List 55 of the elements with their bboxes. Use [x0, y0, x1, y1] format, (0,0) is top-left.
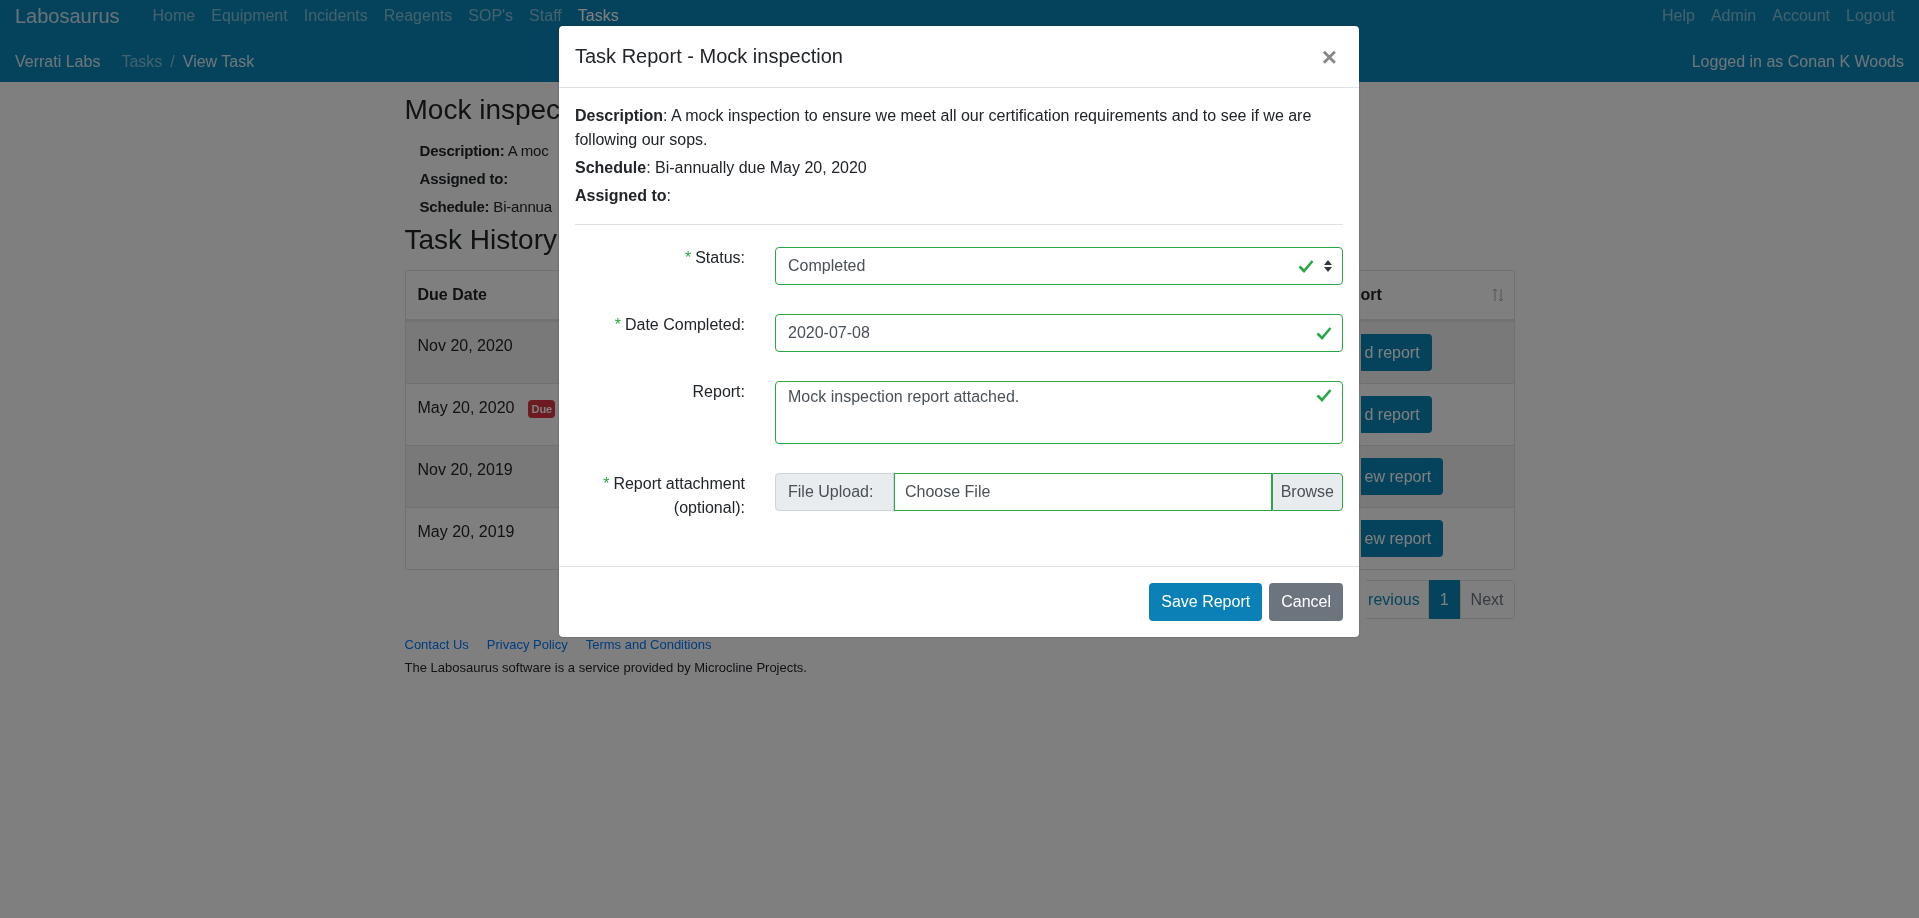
report-textarea[interactable]: Mock inspection report attached. [775, 381, 1343, 444]
sort-arrows-icon [1324, 260, 1332, 272]
field-label: Report attachment (optional): [613, 475, 745, 516]
report-button[interactable]: d report [1360, 396, 1432, 433]
check-icon [1316, 326, 1332, 340]
page-link[interactable]: 1 [1428, 580, 1460, 619]
input-addon: File Upload: [775, 473, 894, 511]
footer-link[interactable]: Privacy Policy [486, 637, 568, 652]
detail-text: Description: A mock inspection to ensure we meet all our certification requirements and to see if we are following our sops. [575, 106, 1313, 150]
breadcrumb-separator: / [170, 52, 175, 71]
detail-text: Description: A moc [419, 141, 549, 161]
page-link[interactable]: revious [1366, 580, 1429, 619]
footer-link[interactable]: Contact Us [404, 637, 469, 652]
page-link[interactable]: Next [1459, 580, 1515, 619]
field-label: Status: [695, 249, 745, 266]
check-icon [1298, 259, 1314, 273]
field-label: Date Completed: [624, 316, 745, 333]
date-field[interactable]: 2020-07-08 [775, 314, 1343, 352]
lab-name: Verrati Labs [15, 52, 101, 71]
breadcrumb-link[interactable]: View Task [182, 52, 255, 71]
column-header[interactable]: Due Date [405, 271, 560, 319]
table-cell-text: May 20, 2019 [417, 522, 515, 542]
report-button[interactable]: ew report [1360, 520, 1444, 557]
page-title: Mock inspec [404, 93, 561, 127]
save-button[interactable]: Save Report [1149, 583, 1263, 621]
status-badge: Due [528, 400, 556, 418]
detail-text: Assigned to: [419, 169, 508, 189]
status-select[interactable]: Completed [775, 247, 1343, 285]
required-mark: * [614, 316, 621, 333]
table-cell-text: Nov 20, 2019 [417, 460, 513, 480]
close-button[interactable]: × [1315, 43, 1343, 70]
footer-link[interactable]: Terms and Conditions [585, 637, 712, 652]
nav-link[interactable]: Tasks [577, 7, 619, 25]
nav-link[interactable]: Staff [529, 7, 562, 25]
check-icon [1316, 388, 1332, 402]
modal-title: Task Report - Mock inspection [575, 45, 843, 68]
brand-link[interactable]: Labosaurus [15, 6, 120, 26]
report-button[interactable]: d report [1360, 334, 1432, 371]
file-field[interactable]: Choose File [894, 473, 1272, 511]
user-label: Logged in as Conan K Woods [1691, 52, 1904, 71]
detail-text: Assigned to: [575, 186, 672, 206]
field-label: Report: [692, 383, 745, 400]
required-mark: * [603, 475, 610, 492]
column-header[interactable]: ort [1360, 286, 1382, 304]
detail-text: Schedule: Bi-annually due May 20, 2020 [575, 158, 868, 178]
footer-text: The Labosaurus software is a service provided by Microcline Projects. [404, 660, 808, 675]
required-mark: * [684, 249, 692, 266]
browse-button[interactable]: Browse [1271, 473, 1343, 511]
table-cell-text: Nov 20, 2020 [417, 336, 513, 356]
cancel-button[interactable]: Cancel [1269, 583, 1343, 621]
detail-text: Schedule: Bi-annua [419, 197, 552, 217]
section-title: Task History [404, 223, 557, 257]
sort-icon [1491, 288, 1504, 302]
table-cell-text: May 20, 2020 [417, 398, 515, 418]
report-button[interactable]: ew report [1360, 458, 1444, 495]
